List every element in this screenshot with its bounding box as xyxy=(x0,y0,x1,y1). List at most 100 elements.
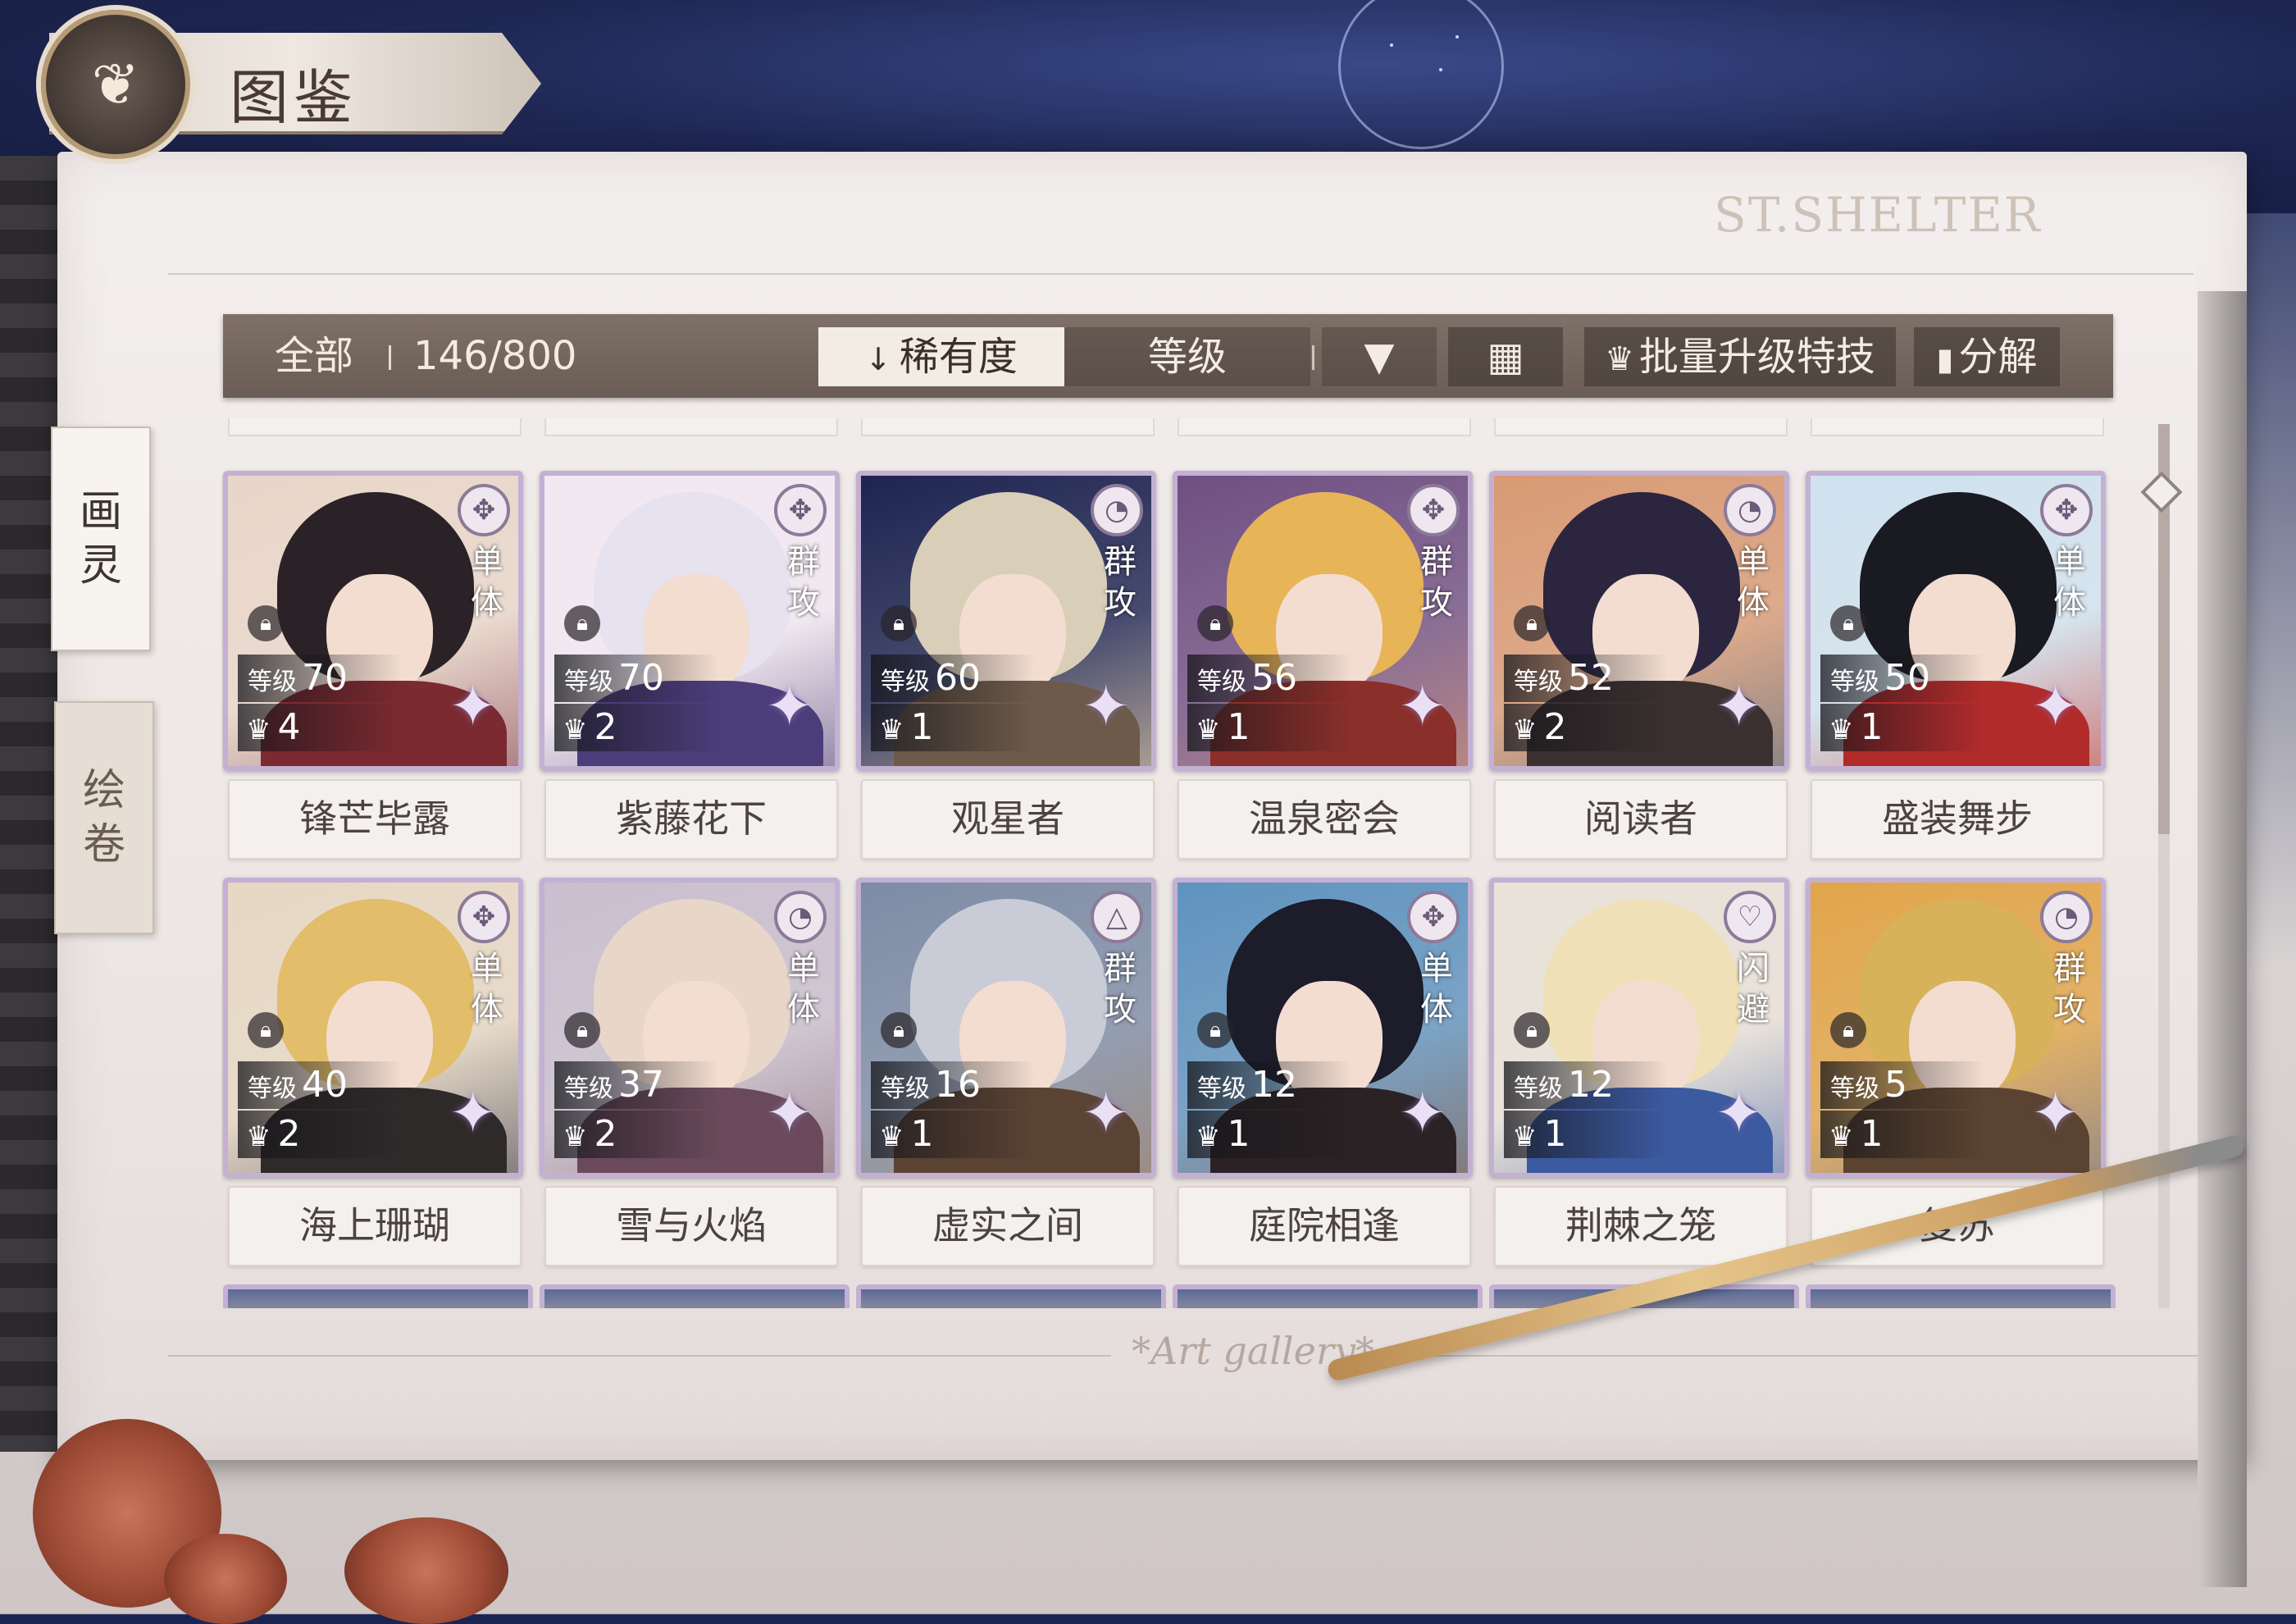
sparkle-star-icon: ✦ xyxy=(1082,673,1130,740)
card-partial[interactable] xyxy=(1494,418,1788,436)
sparkle-star-icon: ✦ xyxy=(1082,1079,1130,1147)
card-partial[interactable] xyxy=(540,1284,850,1308)
card-partial[interactable] xyxy=(544,418,838,436)
character-card[interactable]: ♡ 闪避 🔒︎ 等级 12 ♛ 1 ✦ 荆棘之笼 xyxy=(1489,878,1793,1266)
attack-type-label: 群攻 xyxy=(1104,950,1137,1029)
card-portrait[interactable]: ◔ 单体 🔒︎ 等级 37 ♛ 2 ✦ xyxy=(540,878,840,1178)
level-value: 60 xyxy=(935,657,981,699)
lock-icon[interactable]: 🔒︎ xyxy=(1197,605,1233,641)
lock-icon[interactable]: 🔒︎ xyxy=(1514,605,1550,641)
card-portrait[interactable]: ◔ 群攻 🔒︎ 等级 60 ♛ 1 ✦ xyxy=(856,471,1156,771)
level-row: 等级 52 xyxy=(1504,655,1668,702)
page-title: 图鉴 xyxy=(230,63,358,132)
page-rule-top xyxy=(168,273,2194,275)
level-label: 等级 xyxy=(564,1074,613,1103)
card-name: 虚实之间 xyxy=(861,1186,1155,1266)
star-row: ♛ 2 xyxy=(554,1111,718,1158)
card-portrait[interactable]: ✥ 单体 🔒︎ 等级 40 ♛ 2 ✦ xyxy=(223,878,523,1178)
character-card[interactable]: ✥ 群攻 🔒︎ 等级 56 ♛ 1 ✦ 温泉密会 xyxy=(1173,471,1476,860)
grid-view-button[interactable]: ▦ xyxy=(1448,327,1563,386)
card-partial[interactable] xyxy=(1811,418,2104,436)
card-portrait[interactable]: ✥ 群攻 🔒︎ 等级 70 ♛ 2 ✦ xyxy=(540,471,840,771)
star-row: ♛ 1 xyxy=(1820,1111,1984,1158)
sparkle-star-icon: ✦ xyxy=(1715,1079,1763,1147)
star-row: ♛ 1 xyxy=(1820,704,1984,751)
lock-icon[interactable]: 🔒︎ xyxy=(1830,1012,1866,1048)
attack-emblem-icon: ✥ xyxy=(2040,484,2093,536)
card-partial[interactable] xyxy=(1178,418,1471,436)
lock-icon[interactable]: 🔒︎ xyxy=(248,1012,284,1048)
character-card[interactable]: ✥ 单体 🔒︎ 等级 40 ♛ 2 ✦ 海上珊瑚 xyxy=(223,878,526,1266)
card-portrait[interactable]: ◔ 群攻 🔒︎ 等级 5 ♛ 1 ✦ xyxy=(1806,878,2106,1178)
attack-type-label: 单体 xyxy=(1420,950,1453,1029)
card-partial[interactable] xyxy=(223,1284,533,1308)
batch-upgrade-skill-button[interactable]: ♛ 批量升级特技 xyxy=(1584,327,1896,386)
attack-type-label: 单体 xyxy=(1737,543,1770,622)
sort-rarity-button[interactable]: ↓ 稀有度 xyxy=(818,327,1064,386)
character-card[interactable]: ✥ 群攻 🔒︎ 等级 70 ♛ 2 ✦ 紫藤花下 xyxy=(540,471,843,860)
character-card[interactable]: ◔ 单体 🔒︎ 等级 52 ♛ 2 ✦ 阅读者 xyxy=(1489,471,1793,860)
level-label: 等级 xyxy=(248,668,297,696)
sort-level-button[interactable]: 等级 xyxy=(1064,327,1310,386)
card-partial[interactable] xyxy=(228,418,522,436)
level-label: 等级 xyxy=(881,668,930,696)
character-card[interactable]: △ 群攻 🔒︎ 等级 16 ♛ 1 ✦ 虚实之间 xyxy=(856,878,1159,1266)
tab-label-char: 画 xyxy=(79,487,122,536)
sparkle-star-icon: ✦ xyxy=(449,673,497,740)
card-portrait[interactable]: ✥ 单体 🔒︎ 等级 12 ♛ 1 ✦ xyxy=(1173,878,1473,1178)
character-card[interactable]: ✥ 单体 🔒︎ 等级 70 ♛ 4 ✦ 锋芒毕露 xyxy=(223,471,526,860)
lock-icon[interactable]: 🔒︎ xyxy=(564,605,600,641)
star-value: 4 xyxy=(277,706,301,748)
attack-emblem-icon: ✥ xyxy=(1407,891,1460,943)
card-partial[interactable] xyxy=(1806,1284,2116,1308)
character-card[interactable]: ✥ 单体 🔒︎ 等级 50 ♛ 1 ✦ 盛装舞步 xyxy=(1806,471,2109,860)
card-portrait[interactable]: ✥ 单体 🔒︎ 等级 70 ♛ 4 ✦ xyxy=(223,471,523,771)
filter-all-button[interactable]: 全部 xyxy=(275,314,353,398)
level-value: 37 xyxy=(618,1064,664,1106)
card-portrait[interactable]: ♡ 闪避 🔒︎ 等级 12 ♛ 1 ✦ xyxy=(1489,878,1789,1178)
lock-icon[interactable]: 🔒︎ xyxy=(1830,605,1866,641)
character-card[interactable]: ◔ 单体 🔒︎ 等级 37 ♛ 2 ✦ 雪与火焰 xyxy=(540,878,843,1266)
card-portrait[interactable]: ✥ 单体 🔒︎ 等级 50 ♛ 1 ✦ xyxy=(1806,471,2106,771)
lock-icon[interactable]: 🔒︎ xyxy=(1197,1012,1233,1048)
tab-scrolls[interactable]: 绘 卷 xyxy=(54,701,154,934)
lock-icon[interactable]: 🔒︎ xyxy=(881,1012,917,1048)
lock-icon[interactable]: 🔒︎ xyxy=(881,605,917,641)
card-partial[interactable] xyxy=(1173,1284,1483,1308)
page-rule-bottom-right xyxy=(1345,1355,2198,1357)
lock-icon[interactable]: 🔒︎ xyxy=(248,605,284,641)
level-label: 等级 xyxy=(1830,1074,1879,1103)
crown-icon: ♛ xyxy=(1829,1120,1854,1153)
lock-icon[interactable]: 🔒︎ xyxy=(564,1012,600,1048)
level-value: 16 xyxy=(935,1064,981,1106)
tab-label-char: 卷 xyxy=(82,820,125,869)
level-row: 等级 70 xyxy=(238,655,402,702)
attack-type-label: 群攻 xyxy=(2053,950,2086,1029)
character-card[interactable]: ✥ 单体 🔒︎ 等级 12 ♛ 1 ✦ 庭院相逢 xyxy=(1173,878,1476,1266)
card-partial[interactable] xyxy=(856,1284,1166,1308)
card-name: 观星者 xyxy=(861,779,1155,860)
decompose-label: 分解 xyxy=(1958,334,2038,380)
card-partial[interactable] xyxy=(861,418,1155,436)
character-card[interactable]: ◔ 群攻 🔒︎ 等级 60 ♛ 1 ✦ 观星者 xyxy=(856,471,1159,860)
attack-type-label: 群攻 xyxy=(1104,543,1137,622)
card-name: 紫藤花下 xyxy=(544,779,838,860)
level-label: 等级 xyxy=(1514,1074,1563,1103)
card-portrait[interactable]: ✥ 群攻 🔒︎ 等级 56 ♛ 1 ✦ xyxy=(1173,471,1473,771)
sort-order-icon: ↓ xyxy=(865,341,891,377)
level-value: 70 xyxy=(618,657,664,699)
wheel-emblem-icon: ◔ xyxy=(2040,891,2093,943)
card-portrait[interactable]: △ 群攻 🔒︎ 等级 16 ♛ 1 ✦ xyxy=(856,878,1156,1178)
back-button[interactable]: ❦ xyxy=(41,10,190,159)
lock-icon[interactable]: 🔒︎ xyxy=(1514,1012,1550,1048)
collection-count: 146/800 xyxy=(413,333,577,379)
card-name: 海上珊瑚 xyxy=(228,1186,522,1266)
filter-button[interactable]: ▼ xyxy=(1322,327,1437,386)
attack-type-label: 单体 xyxy=(2053,543,2086,622)
level-value: 50 xyxy=(1884,657,1930,699)
tab-portrait-spirits[interactable]: 画 灵 xyxy=(51,427,151,651)
attack-emblem-icon: ✥ xyxy=(1407,484,1460,536)
sort-level-label: 等级 xyxy=(1147,334,1227,380)
decompose-button[interactable]: ▮ 分解 xyxy=(1914,327,2060,386)
card-portrait[interactable]: ◔ 单体 🔒︎ 等级 52 ♛ 2 ✦ xyxy=(1489,471,1789,771)
